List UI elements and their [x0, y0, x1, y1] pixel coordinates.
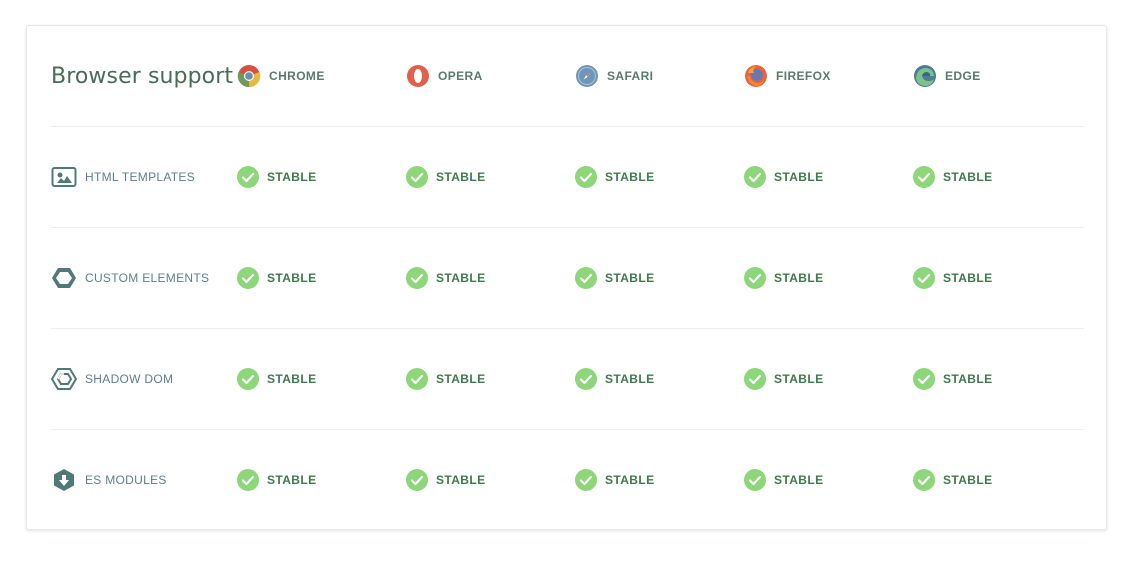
status-cell: STABLE: [237, 368, 406, 390]
status-cell: STABLE: [406, 368, 575, 390]
check-circle-icon: [575, 368, 597, 390]
status-cell: STABLE: [406, 166, 575, 188]
firefox-icon: [745, 65, 767, 87]
browser-support-card: Browser support CHROME OPERA SAFARI FIRE…: [26, 25, 1107, 531]
browser-edge: EDGE: [913, 64, 1082, 88]
check-circle-icon: [575, 469, 597, 491]
feature-row-html-templates: HTML TEMPLATES STABLE STABLE STABLE STAB…: [51, 127, 1084, 228]
status-cell: STABLE: [575, 166, 744, 188]
feature-label: HTML TEMPLATES: [85, 170, 195, 184]
status-label: STABLE: [436, 372, 486, 386]
browser-chrome: CHROME: [237, 64, 406, 88]
edge-icon: [914, 65, 936, 87]
status-cell: STABLE: [237, 267, 406, 289]
feature-cell: HTML TEMPLATES: [51, 164, 237, 190]
status-cell: STABLE: [744, 267, 913, 289]
page-title: Browser support: [51, 63, 234, 89]
feature-row-custom-elements: CUSTOM ELEMENTS STABLE STABLE STABLE STA…: [51, 228, 1084, 329]
status-cell: STABLE: [913, 166, 1082, 188]
check-circle-icon: [913, 368, 935, 390]
es-modules-icon: [54, 469, 74, 491]
status-cell: STABLE: [237, 166, 406, 188]
opera-icon: [407, 65, 429, 87]
browser-safari: SAFARI: [575, 64, 744, 88]
check-circle-icon: [575, 166, 597, 188]
feature-cell: ES MODULES: [51, 467, 237, 493]
check-circle-icon: [406, 166, 428, 188]
status-label: STABLE: [267, 170, 317, 184]
status-label: STABLE: [267, 271, 317, 285]
status-cell: STABLE: [744, 469, 913, 491]
feature-cell: SHADOW DOM: [51, 366, 237, 392]
check-circle-icon: [406, 368, 428, 390]
status-label: STABLE: [943, 170, 993, 184]
browser-name: OPERA: [438, 69, 483, 83]
status-cell: STABLE: [406, 267, 575, 289]
status-cell: STABLE: [575, 368, 744, 390]
safari-icon: [576, 65, 598, 87]
status-label: STABLE: [774, 271, 824, 285]
feature-label: SHADOW DOM: [85, 372, 174, 386]
status-label: STABLE: [436, 473, 486, 487]
check-circle-icon: [237, 267, 259, 289]
check-circle-icon: [744, 267, 766, 289]
check-circle-icon: [406, 267, 428, 289]
status-label: STABLE: [774, 473, 824, 487]
status-label: STABLE: [436, 271, 486, 285]
check-circle-icon: [744, 469, 766, 491]
status-label: STABLE: [436, 170, 486, 184]
browser-opera: OPERA: [406, 64, 575, 88]
shadow-dom-icon: [51, 368, 77, 390]
check-circle-icon: [406, 469, 428, 491]
feature-cell: CUSTOM ELEMENTS: [51, 265, 237, 291]
check-circle-icon: [913, 267, 935, 289]
check-circle-icon: [237, 166, 259, 188]
feature-row-es-modules: ES MODULES STABLE STABLE STABLE STABLE S…: [51, 430, 1084, 531]
browser-name: FIREFOX: [776, 69, 831, 83]
check-circle-icon: [237, 469, 259, 491]
status-cell: STABLE: [913, 368, 1082, 390]
feature-label: ES MODULES: [85, 473, 167, 487]
check-circle-icon: [913, 166, 935, 188]
browser-name: EDGE: [945, 69, 981, 83]
status-label: STABLE: [605, 473, 655, 487]
check-circle-icon: [237, 368, 259, 390]
check-circle-icon: [575, 267, 597, 289]
image-template-icon: [51, 167, 77, 187]
title-cell: Browser support: [51, 64, 237, 89]
status-label: STABLE: [774, 372, 824, 386]
status-cell: STABLE: [744, 368, 913, 390]
status-label: STABLE: [774, 170, 824, 184]
check-circle-icon: [744, 166, 766, 188]
status-label: STABLE: [943, 372, 993, 386]
status-cell: STABLE: [237, 469, 406, 491]
status-cell: STABLE: [913, 267, 1082, 289]
header-row: Browser support CHROME OPERA SAFARI FIRE…: [51, 26, 1084, 127]
status-cell: STABLE: [406, 469, 575, 491]
status-cell: STABLE: [913, 469, 1082, 491]
status-label: STABLE: [943, 473, 993, 487]
feature-label: CUSTOM ELEMENTS: [85, 271, 210, 285]
status-label: STABLE: [943, 271, 993, 285]
status-cell: STABLE: [575, 469, 744, 491]
status-cell: STABLE: [575, 267, 744, 289]
status-cell: STABLE: [744, 166, 913, 188]
check-circle-icon: [913, 469, 935, 491]
hexagon-icon: [52, 268, 76, 288]
browser-name: SAFARI: [607, 69, 654, 83]
status-label: STABLE: [605, 271, 655, 285]
browser-name: CHROME: [269, 69, 325, 83]
status-label: STABLE: [267, 473, 317, 487]
feature-row-shadow-dom: SHADOW DOM STABLE STABLE STABLE STABLE S…: [51, 329, 1084, 430]
chrome-icon: [237, 65, 261, 88]
browser-firefox: FIREFOX: [744, 64, 913, 88]
status-label: STABLE: [605, 372, 655, 386]
status-label: STABLE: [267, 372, 317, 386]
check-circle-icon: [744, 368, 766, 390]
status-label: STABLE: [605, 170, 655, 184]
